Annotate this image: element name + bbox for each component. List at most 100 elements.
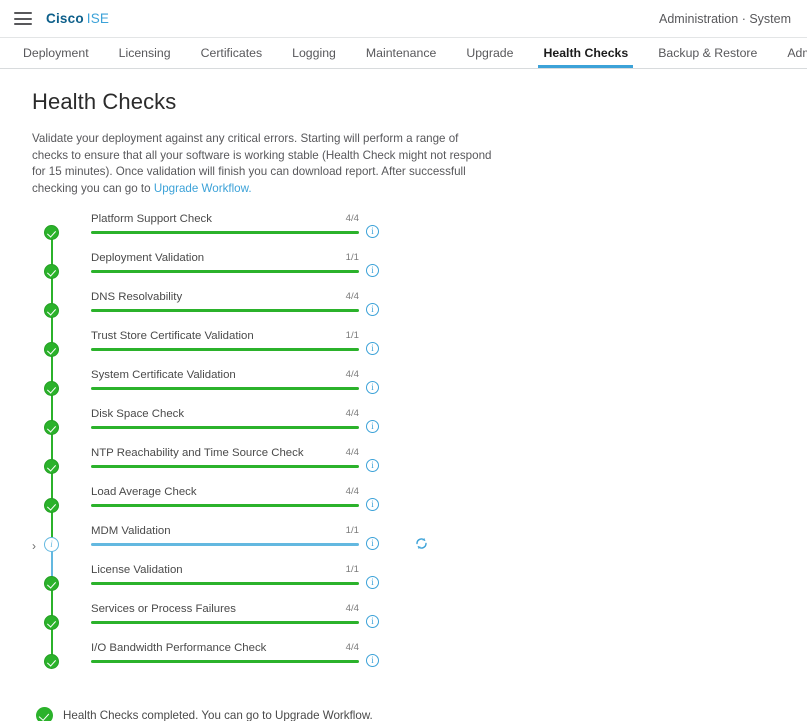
check-label: Load Average Check: [91, 486, 197, 498]
check-info-icon[interactable]: i: [366, 654, 379, 667]
health-check-row: License Validation 1/1 i: [36, 562, 775, 622]
check-count: 4/4: [345, 291, 359, 302]
tab-health-checks[interactable]: Health Checks: [528, 46, 643, 68]
health-check-row: Trust Store Certificate Validation 1/1 i: [36, 328, 775, 388]
upgrade-workflow-link[interactable]: Upgrade Workflow.: [154, 182, 252, 195]
page-description: Validate your deployment against any cri…: [32, 131, 492, 197]
check-count: 1/1: [345, 252, 359, 263]
check-label: Deployment Validation: [91, 252, 205, 264]
check-status-success-icon: [44, 381, 59, 396]
check-count: 1/1: [345, 564, 359, 575]
check-status-success-icon: [44, 225, 59, 240]
check-progress-bar: [91, 309, 359, 313]
check-info-icon[interactable]: i: [366, 225, 379, 238]
check-label: I/O Bandwidth Performance Check: [91, 642, 267, 654]
health-check-row: Deployment Validation 1/1 i: [36, 250, 775, 310]
brand-ise: ISE: [86, 11, 110, 26]
main-tab-bar: Deployment Licensing Certificates Logging Ma…: [0, 37, 807, 69]
check-progress-bar: [91, 582, 359, 586]
check-info-icon[interactable]: i: [366, 264, 379, 277]
check-label: System Certificate Validation: [91, 369, 236, 381]
check-status-success-icon: [44, 615, 59, 630]
status-message-text: Health Checks completed. You can go to U…: [63, 709, 373, 721]
check-label: NTP Reachability and Time Source Check: [91, 447, 304, 459]
check-label: Platform Support Check: [91, 213, 212, 225]
check-count: 4/4: [345, 603, 359, 614]
check-info-icon[interactable]: i: [366, 537, 379, 550]
check-progress-bar: [91, 270, 359, 274]
brand-cisco: Cisco: [46, 11, 84, 26]
check-status-success-icon: [44, 654, 59, 669]
check-label: DNS Resolvability: [91, 291, 183, 303]
check-label: Disk Space Check: [91, 408, 185, 420]
check-status-success-icon: [44, 342, 59, 357]
check-info-icon[interactable]: i: [366, 498, 379, 511]
tab-backup-restore[interactable]: Backup & Restore: [643, 46, 772, 68]
cisco-ise-logo[interactable]: Cisco ISE: [46, 11, 109, 26]
check-progress-bar: [91, 231, 359, 235]
tab-admin-access[interactable]: Admin Access: [772, 46, 807, 68]
hamburger-line: [14, 17, 32, 20]
tab-licensing[interactable]: Licensing: [104, 46, 186, 68]
check-progress-bar: [91, 543, 359, 547]
health-check-row: Platform Support Check 4/4 i: [36, 211, 775, 271]
hamburger-line: [14, 12, 32, 14]
check-progress-bar: [91, 426, 359, 430]
check-info-icon[interactable]: i: [366, 420, 379, 433]
expand-chevron-icon[interactable]: ›: [28, 540, 40, 552]
page-content: Health Checks Validate your deployment a…: [0, 69, 807, 721]
check-progress-bar: [91, 387, 359, 391]
check-label: Trust Store Certificate Validation: [91, 330, 254, 342]
success-check-icon: [36, 707, 53, 721]
check-info-icon[interactable]: i: [366, 615, 379, 628]
check-count: 4/4: [345, 642, 359, 653]
tab-certificates[interactable]: Certificates: [186, 46, 278, 68]
health-checks-list: Platform Support Check 4/4 i Deployment Val…: [32, 211, 775, 679]
health-check-row: Disk Space Check 4/4 i: [36, 406, 775, 466]
check-info-icon[interactable]: i: [366, 459, 379, 472]
status-message-row: Health Checks completed. You can go to U…: [36, 707, 775, 721]
check-label: MDM Validation: [91, 525, 171, 537]
check-count: 4/4: [345, 447, 359, 458]
health-check-row: System Certificate Validation 4/4 i: [36, 367, 775, 427]
check-label: License Validation: [91, 564, 183, 576]
tab-maintenance[interactable]: Maintenance: [351, 46, 451, 68]
check-status-success-icon: [44, 264, 59, 279]
check-count: 1/1: [345, 525, 359, 536]
check-status-success-icon: [44, 498, 59, 513]
check-progress-bar: [91, 465, 359, 469]
check-label: Services or Process Failures: [91, 603, 236, 615]
top-header-bar: Cisco ISE Administration · System: [0, 0, 807, 37]
check-info-icon[interactable]: i: [366, 576, 379, 589]
health-check-row: › i MDM Validation 1/1 i: [32, 523, 775, 583]
check-count: 4/4: [345, 369, 359, 380]
check-count: 4/4: [345, 486, 359, 497]
check-progress-bar: [91, 504, 359, 508]
hamburger-line: [14, 23, 32, 25]
health-check-row: Load Average Check 4/4 i: [36, 484, 775, 544]
check-info-icon[interactable]: i: [366, 342, 379, 355]
tab-upgrade[interactable]: Upgrade: [451, 46, 528, 68]
check-count: 4/4: [345, 213, 359, 224]
health-check-row: NTP Reachability and Time Source Check 4/…: [36, 445, 775, 505]
breadcrumb: Administration · System: [659, 11, 791, 26]
hamburger-menu-icon[interactable]: [14, 12, 32, 25]
tab-deployment[interactable]: Deployment: [8, 46, 104, 68]
page-title: Health Checks: [32, 89, 177, 114]
check-status-success-icon: [44, 576, 59, 591]
health-check-row: I/O Bandwidth Performance Check 4/4 i: [36, 640, 775, 679]
check-status-info-icon: i: [44, 537, 59, 552]
check-count: 4/4: [345, 408, 359, 419]
check-info-icon[interactable]: i: [366, 303, 379, 316]
check-progress-bar: [91, 660, 359, 664]
check-count: 1/1: [345, 330, 359, 341]
check-status-success-icon: [44, 303, 59, 318]
check-info-icon[interactable]: i: [366, 381, 379, 394]
check-progress-bar: [91, 348, 359, 352]
check-status-success-icon: [44, 420, 59, 435]
refresh-sync-icon[interactable]: [414, 536, 429, 551]
check-progress-bar: [91, 621, 359, 625]
health-check-row: Services or Process Failures 4/4 i: [36, 601, 775, 661]
description-text: Validate your deployment against any cri…: [32, 132, 492, 195]
tab-logging[interactable]: Logging: [277, 46, 351, 68]
